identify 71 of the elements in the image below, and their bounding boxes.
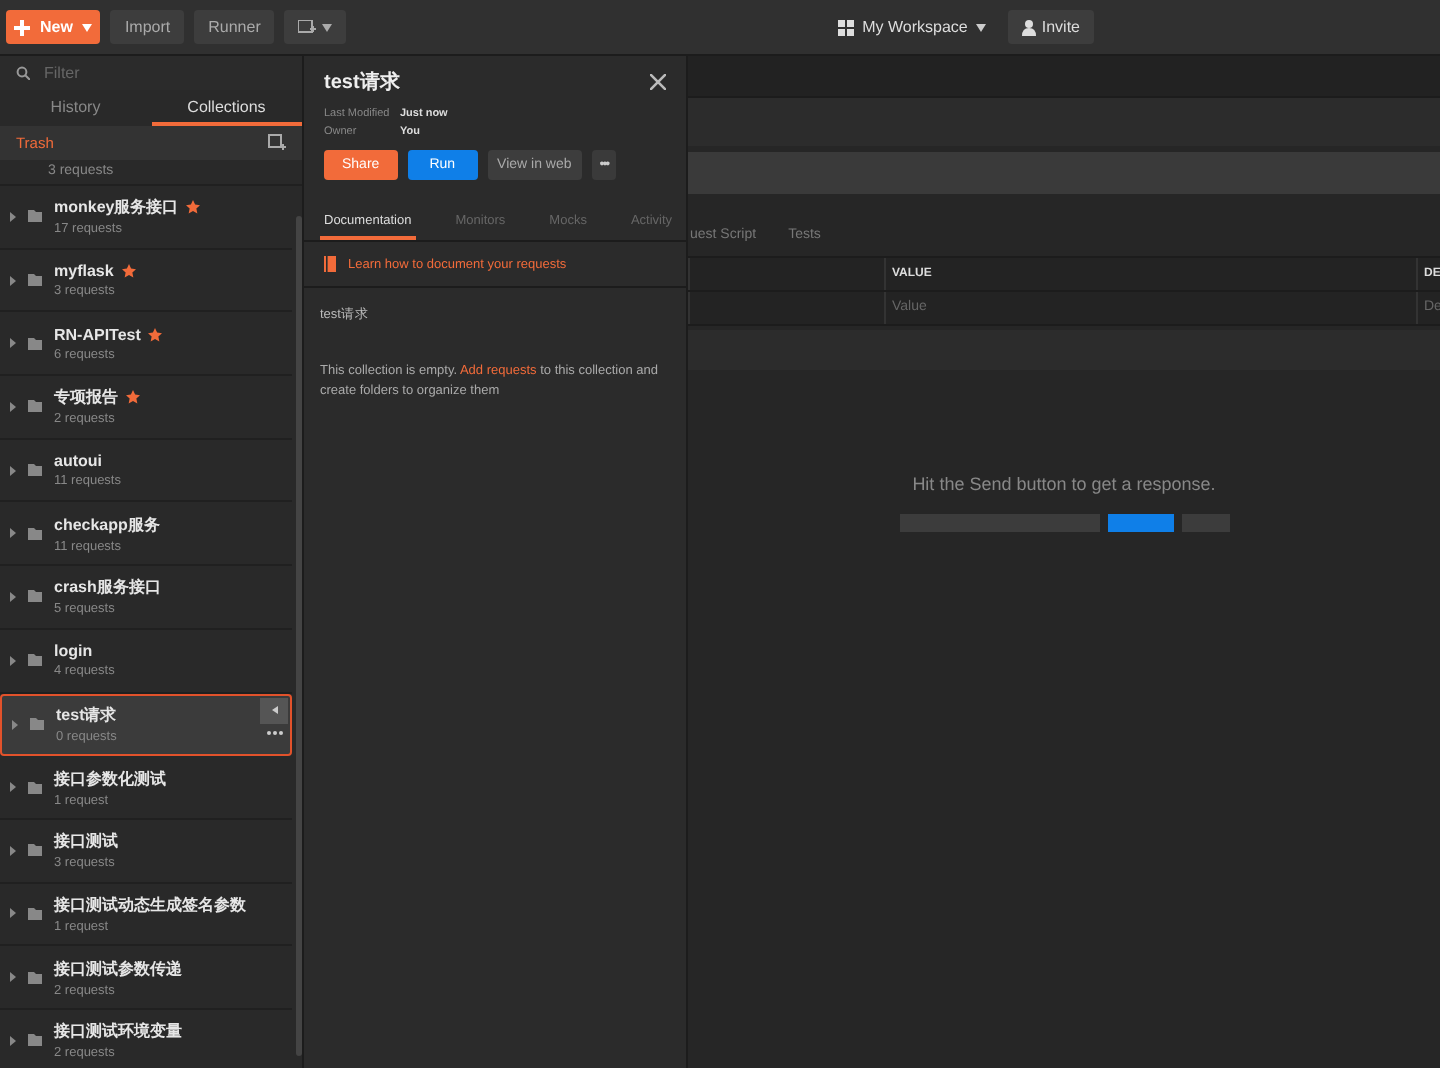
folder-icon (28, 907, 42, 920)
new-collection-icon[interactable] (268, 134, 286, 152)
star-icon[interactable] (186, 200, 201, 215)
collection-name: 接口测试 (54, 830, 118, 853)
collection-name: myflask (54, 262, 114, 281)
collection-name: crash服务接口 (54, 576, 161, 599)
expand-icon[interactable] (10, 591, 16, 602)
invite-button[interactable]: Invite (1007, 10, 1094, 44)
collection-name: autoui (54, 452, 102, 471)
collection-name: 接口测试动态生成签名参数 (54, 893, 246, 916)
star-icon[interactable] (126, 390, 140, 405)
expand-icon[interactable] (10, 275, 16, 286)
expand-icon[interactable] (10, 655, 16, 666)
folder-icon (28, 781, 42, 794)
folder-icon (28, 210, 42, 223)
star-icon[interactable] (148, 327, 163, 342)
expand-icon[interactable] (10, 401, 16, 412)
folder-icon (28, 971, 42, 984)
close-button[interactable] (650, 74, 666, 90)
filter-field[interactable]: Filter (40, 62, 248, 84)
folder-icon (28, 844, 42, 857)
plus-icon (14, 19, 30, 35)
expand-icon[interactable] (10, 211, 16, 222)
workspace-dropdown[interactable]: My Workspace (826, 16, 998, 38)
response-hint: Hit the Send button to get a response. (912, 474, 1216, 494)
expand-icon[interactable] (10, 908, 16, 919)
caret-icon (322, 23, 333, 31)
sidebar-tab[interactable]: History (0, 90, 151, 126)
collection-name: test请求 (56, 704, 117, 727)
collection-name: checkapp服务 (54, 513, 160, 536)
toolbar-button[interactable]: Runner (194, 10, 275, 44)
expand-icon[interactable] (10, 972, 16, 983)
folder-icon (28, 654, 42, 667)
expand-icon[interactable] (10, 782, 16, 793)
folder-icon (28, 337, 42, 350)
folder-icon (28, 274, 42, 287)
caret-icon (82, 23, 93, 31)
caret-icon (975, 23, 986, 31)
expand-icon[interactable] (10, 845, 16, 856)
placeholder-bar (1107, 514, 1173, 532)
collection-name: 接口测试环境变量 (54, 1020, 182, 1043)
expand-icon[interactable] (10, 528, 16, 539)
collection-name: 接口参数化测试 (54, 767, 166, 790)
window-plus-icon (298, 19, 317, 35)
toolbar-button[interactable]: Import (110, 10, 185, 44)
star-icon[interactable] (121, 264, 136, 279)
expand-icon[interactable] (12, 719, 18, 730)
expand-icon[interactable] (10, 1035, 16, 1046)
collection-name: monkey服务接口 (54, 196, 179, 219)
folder-icon (28, 590, 42, 603)
search-icon (16, 66, 30, 80)
close-icon (650, 74, 666, 90)
folder-icon (30, 718, 44, 731)
book-icon (324, 256, 336, 272)
expand-icon[interactable] (10, 338, 16, 349)
more-icon[interactable] (265, 729, 283, 735)
collection-name: 接口测试参数传递 (54, 957, 182, 980)
collection-name: RN-APITest (54, 325, 141, 344)
new-window-button[interactable] (284, 10, 347, 44)
folder-icon (28, 1034, 42, 1047)
collection-name: 专项报告 (54, 386, 118, 409)
expand-icon[interactable] (10, 465, 16, 476)
folder-icon (28, 527, 42, 540)
caret-icon (271, 706, 277, 714)
panel-title: test请求 (324, 69, 400, 96)
open-panel-button[interactable] (260, 697, 288, 723)
folder-icon (28, 464, 42, 477)
person-icon (1021, 19, 1036, 35)
collection-name: login (54, 642, 93, 661)
folder-icon (28, 400, 42, 413)
grid-icon (838, 19, 855, 35)
